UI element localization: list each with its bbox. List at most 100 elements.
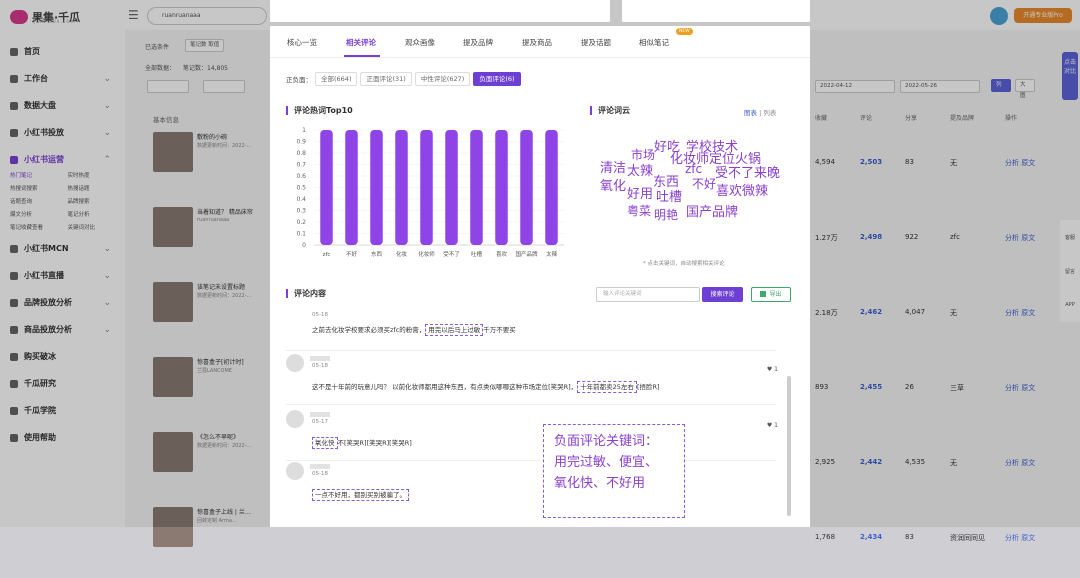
fav-cell: 1,768 (815, 533, 836, 541)
action-cell: 分析 原文 (1005, 533, 1065, 543)
avatar[interactable] (286, 462, 304, 480)
y-tick-label: 0.8 (296, 150, 306, 157)
likes-value: 1 (774, 422, 778, 429)
bar-化妆师 (420, 130, 433, 245)
commenter-name (310, 356, 330, 361)
cloud-word[interactable]: 太辣 (627, 160, 653, 179)
x-tick-label: 东西 (371, 250, 383, 258)
y-tick-label: 0.9 (296, 139, 306, 146)
tab-5[interactable]: 提及话题 (581, 37, 611, 48)
cloud-word[interactable]: 不好 (692, 175, 716, 192)
y-tick-label: 1 (302, 127, 306, 134)
comment-text: 这不是十年前的玩意儿吗？ 以前化妆师都用这种东西，有点类似哪哪这种市场定位[笑哭… (312, 381, 660, 393)
comment-pre: 之前去化妆学校要求必须买zfc的粉膏， (312, 326, 426, 334)
like-count[interactable]: ♥ 1 (767, 366, 778, 373)
commenter-name (310, 464, 330, 469)
avatar[interactable] (286, 410, 304, 428)
comments-title: 评论内容 (286, 289, 326, 298)
bar-受不了 (445, 130, 458, 245)
cloud-word[interactable]: 好用 (627, 183, 653, 202)
polarity-pill-0[interactable]: 全部(664) (315, 72, 358, 86)
comment-item: 05-18 这不是十年前的玩意儿吗？ 以前化妆师都用这种东西，有点类似哪哪这种市场… (286, 354, 786, 404)
cloud-view-toggle: 图表 | 列表 (744, 107, 776, 117)
bar-太辣 (545, 130, 558, 245)
y-tick-label: 0.2 (296, 219, 306, 226)
comment-divider (286, 350, 776, 351)
likes-value: 1 (774, 366, 778, 373)
y-tick-label: 0.1 (296, 231, 306, 238)
list-toggle[interactable]: 列表 (763, 109, 776, 117)
cloud-word[interactable]: 喜欢微辣 (716, 180, 768, 199)
polarity-pill-3[interactable]: 负面评论(6) (473, 72, 521, 86)
x-tick-label: 太辣 (546, 250, 558, 258)
polarity-label: 正负面： (286, 76, 312, 84)
tab-4[interactable]: 提及商品 (522, 37, 552, 48)
tab-0[interactable]: 核心一览 (287, 37, 317, 48)
cloud-word[interactable]: 明艳 (654, 206, 678, 223)
export-label: 导出 (769, 291, 782, 298)
y-tick-label: 0.7 (296, 162, 306, 169)
comment-post: [捂脸R] (636, 383, 660, 391)
cloud-word[interactable]: 清洁 (600, 157, 626, 176)
bar-喜欢 (495, 130, 508, 245)
x-tick-label: 吐槽 (471, 250, 483, 258)
polarity-pill-2[interactable]: 中性评论(627) (414, 72, 471, 86)
cloud-word[interactable]: 粤菜 (627, 202, 651, 219)
x-tick-label: 受不了 (443, 250, 460, 258)
comment-list: 05-18 之前去化妆学校要求必须买zfc的粉膏， 用完以后马上过敏 千万不要买 05-… (270, 310, 795, 527)
comment-date: 05-18 (312, 312, 328, 318)
x-tick-label: 化妆 (396, 250, 408, 258)
x-tick-label: 喜欢 (496, 250, 508, 258)
x-tick-label: zfc (323, 252, 331, 258)
comment-item: 05-18 一点不好用，都别买别被骗了。 (286, 462, 786, 512)
like-count[interactable]: ♥ 1 (767, 422, 778, 429)
comment-divider (286, 404, 776, 405)
bar-不好 (345, 130, 358, 245)
tab-1[interactable]: 相关评论 (346, 37, 376, 48)
comment-text: 之前去化妆学校要求必须买zfc的粉膏， 用完以后马上过敏 千万不要买 (312, 324, 516, 336)
comment-text: 一点不好用，都别买别被骗了。 (312, 489, 409, 501)
excel-icon (760, 291, 767, 297)
source-link[interactable]: 原文 (1021, 534, 1035, 542)
cloud-word[interactable]: 氧化 (600, 175, 626, 194)
cloud-word[interactable]: 国产品牌 (686, 201, 738, 220)
cloud-word[interactable]: 受不了来晚 (715, 162, 780, 181)
comment-date: 05-18 (312, 471, 328, 477)
cloud-word[interactable]: 吐槽 (656, 186, 682, 205)
chart-toggle[interactable]: 图表 (744, 109, 757, 117)
tab-6[interactable]: 相似笔记 (639, 37, 669, 48)
comment-date: 05-18 (312, 363, 328, 369)
hot-words-title: 评论热词Top10 (286, 106, 353, 115)
y-tick-label: 0.6 (296, 173, 306, 180)
comment-count-cell[interactable]: 2,434 (860, 533, 905, 541)
x-tick-label: 国产品牌 (515, 250, 538, 258)
comment-item: 05-18 之前去化妆学校要求必须买zfc的粉膏， 用完以后马上过敏 千万不要买 (286, 310, 786, 350)
word-cloud: 好吃 学校技术 市场 化妆师定位火锅 清洁 太辣 zfc 受不了来晚 氧化 东西 不好 喜欢微辣 好用吐… (590, 136, 790, 276)
note-analysis-modal: 核心一览 相关评论 观众画像 提及品牌 提及商品 提及话题 相似笔记 NEW 正负面： 全部(… (270, 26, 810, 527)
highlight-keyword: 一点不好用，都别买别被骗了。 (312, 489, 409, 501)
brand-cell: 资润同同见 (950, 534, 985, 542)
commenter-name (310, 412, 330, 417)
bar-化妆 (395, 130, 408, 245)
bar-吐槽 (470, 130, 483, 245)
bar-zfc (320, 130, 333, 245)
comment-date: 05-17 (312, 419, 328, 425)
polarity-pill-1[interactable]: 正面评论(31) (360, 72, 412, 86)
highlight-keyword: 十年前都卖25左右 (577, 381, 637, 393)
export-button[interactable]: 导出 (751, 287, 791, 302)
tab-3[interactable]: 提及品牌 (463, 37, 493, 48)
callout-line: 用完过敏、便宜、 (554, 455, 659, 470)
comment-post: 千万不要买 (483, 326, 516, 334)
callout-line: 氧化快、不好用 (554, 476, 646, 491)
y-tick-label: 0.5 (296, 185, 306, 192)
cloud-word[interactable]: zfc (685, 162, 702, 176)
tab-2[interactable]: 观众画像 (405, 37, 435, 48)
comment-search-input[interactable]: 输入评论关键词 (596, 287, 700, 302)
comment-scrollbar[interactable] (787, 376, 791, 516)
comment-search-button[interactable]: 搜索评论 (702, 287, 743, 302)
share-cell: 83 (905, 533, 914, 541)
analyze-link[interactable]: 分析 (1005, 534, 1019, 542)
cloud-hint: * 点击关键词，自动搜索相关评论 (643, 261, 725, 267)
comment-pre: 这不是十年前的玩意儿吗？ 以前化妆师都用这种东西，有点类似哪哪这种市场定位[笑哭… (312, 383, 578, 391)
avatar[interactable] (286, 354, 304, 372)
